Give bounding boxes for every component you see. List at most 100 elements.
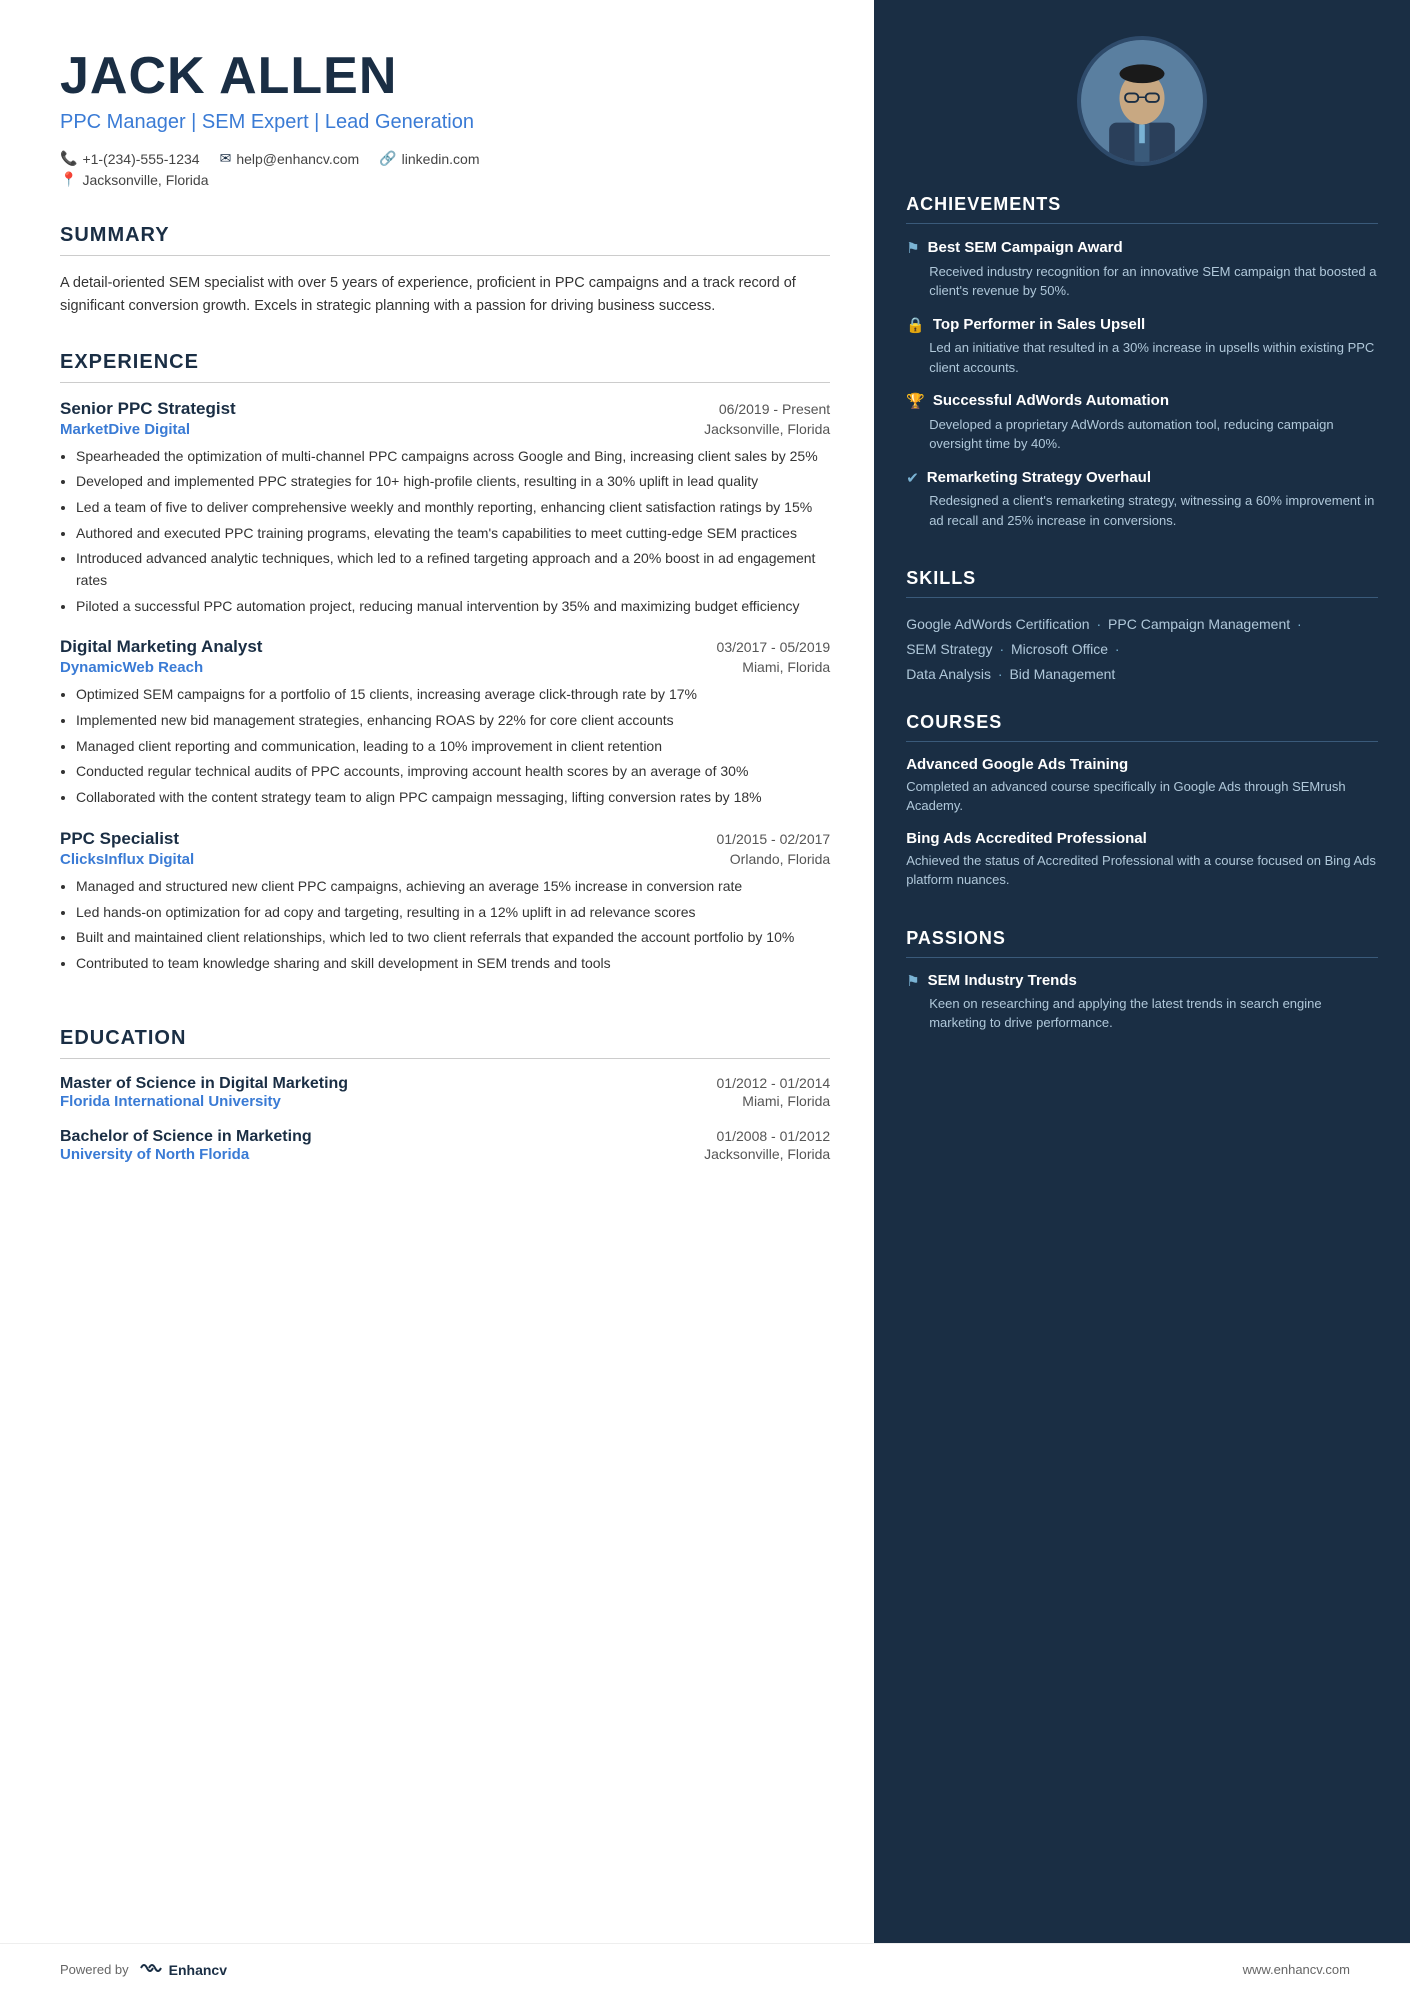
job-3-bullets: Managed and structured new client PPC ca… xyxy=(60,876,830,975)
course-2: Bing Ads Accredited Professional Achieve… xyxy=(906,830,1378,890)
bullet-item: Introduced advanced analytic techniques,… xyxy=(76,548,830,591)
contact-row: 📞 +1-(234)-555-1234 ✉ help@enhancv.com 🔗… xyxy=(60,150,830,167)
achievement-2-title: Top Performer in Sales Upsell xyxy=(933,315,1145,335)
bullet-item: Developed and implemented PPC strategies… xyxy=(76,471,830,493)
lock-icon: 🔒 xyxy=(906,316,925,334)
skills-title: SKILLS xyxy=(906,568,1378,598)
passion-1-header: ⚑ SEM Industry Trends xyxy=(906,972,1378,990)
phone-value: +1-(234)-555-1234 xyxy=(82,151,199,167)
edu-1-degree: Master of Science in Digital Marketing xyxy=(60,1075,348,1093)
passions-title: PASSIONS xyxy=(906,928,1378,958)
passion-1: ⚑ SEM Industry Trends Keen on researchin… xyxy=(906,972,1378,1033)
skill-item: Microsoft Office xyxy=(1011,641,1108,657)
passion-1-desc: Keen on researching and applying the lat… xyxy=(906,994,1378,1033)
bullet-item: Optimized SEM campaigns for a portfolio … xyxy=(76,684,830,706)
edu-1-location: Miami, Florida xyxy=(742,1093,830,1110)
edu-1: Master of Science in Digital Marketing 0… xyxy=(60,1075,830,1110)
job-3: PPC Specialist 01/2015 - 02/2017 ClicksI… xyxy=(60,829,830,975)
course-2-desc: Achieved the status of Accredited Profes… xyxy=(906,851,1378,890)
achievement-4-title: Remarketing Strategy Overhaul xyxy=(927,468,1151,488)
linkedin-value: linkedin.com xyxy=(402,151,480,167)
achievements-section: ACHIEVEMENTS ⚑ Best SEM Campaign Award R… xyxy=(874,194,1410,544)
experience-title: EXPERIENCE xyxy=(60,351,830,383)
achievement-1-header: ⚑ Best SEM Campaign Award xyxy=(906,238,1378,258)
footer-website: www.enhancv.com xyxy=(1243,1962,1350,1977)
skill-dot: · xyxy=(1293,616,1302,632)
job-1-company-row: MarketDive Digital Jacksonville, Florida xyxy=(60,421,830,438)
location-row: 📍 Jacksonville, Florida xyxy=(60,171,830,188)
job-1: Senior PPC Strategist 06/2019 - Present … xyxy=(60,399,830,618)
job-2-location: Miami, Florida xyxy=(742,659,830,676)
job-1-company: MarketDive Digital xyxy=(60,421,190,438)
achievement-2-desc: Led an initiative that resulted in a 30%… xyxy=(906,338,1378,377)
job-2-title: Digital Marketing Analyst xyxy=(60,637,262,657)
skill-dot: · xyxy=(1093,616,1102,632)
edu-2-school-row: University of North Florida Jacksonville… xyxy=(60,1146,830,1163)
bullet-item: Authored and executed PPC training progr… xyxy=(76,523,830,545)
skill-item: Bid Management xyxy=(1009,666,1115,682)
edu-1-date: 01/2012 - 01/2014 xyxy=(717,1075,831,1093)
job-1-location: Jacksonville, Florida xyxy=(704,421,830,438)
bullet-item: Conducted regular technical audits of PP… xyxy=(76,761,830,783)
edu-2-degree: Bachelor of Science in Marketing xyxy=(60,1128,312,1146)
job-3-company-row: ClicksInflux Digital Orlando, Florida xyxy=(60,851,830,868)
achievement-1: ⚑ Best SEM Campaign Award Received indus… xyxy=(906,238,1378,301)
courses-section: COURSES Advanced Google Ads Training Com… xyxy=(874,712,1410,904)
footer: Powered by Enhancv www.enhancv.com xyxy=(0,1943,1410,1995)
achievement-2-header: 🔒 Top Performer in Sales Upsell xyxy=(906,315,1378,335)
job-1-title: Senior PPC Strategist xyxy=(60,399,236,419)
edu-2-header: Bachelor of Science in Marketing 01/2008… xyxy=(60,1128,830,1146)
job-1-date: 06/2019 - Present xyxy=(719,401,830,417)
right-column: ACHIEVEMENTS ⚑ Best SEM Campaign Award R… xyxy=(874,0,1410,1943)
passions-section: PASSIONS ⚑ SEM Industry Trends Keen on r… xyxy=(874,928,1410,1047)
footer-brand: Powered by Enhancv xyxy=(60,1960,227,1979)
course-1: Advanced Google Ads Training Completed a… xyxy=(906,756,1378,816)
job-3-date: 01/2015 - 02/2017 xyxy=(717,831,831,847)
achievement-1-desc: Received industry recognition for an inn… xyxy=(906,262,1378,301)
edu-2-location: Jacksonville, Florida xyxy=(704,1146,830,1163)
achievement-3-header: 🏆 Successful AdWords Automation xyxy=(906,391,1378,411)
location-icon: 📍 xyxy=(60,171,77,188)
achievement-3-title: Successful AdWords Automation xyxy=(933,391,1169,411)
enhancv-logo: Enhancv xyxy=(137,1960,227,1979)
skills-list: Google AdWords Certification · PPC Campa… xyxy=(906,612,1378,688)
photo-area xyxy=(874,0,1410,194)
linkedin-contact: 🔗 linkedin.com xyxy=(379,150,479,167)
candidate-title: PPC Manager | SEM Expert | Lead Generati… xyxy=(60,111,830,134)
job-3-location: Orlando, Florida xyxy=(730,851,830,868)
job-2-header: Digital Marketing Analyst 03/2017 - 05/2… xyxy=(60,637,830,657)
edu-2: Bachelor of Science in Marketing 01/2008… xyxy=(60,1128,830,1163)
skill-item: Data Analysis xyxy=(906,666,991,682)
email-value: help@enhancv.com xyxy=(236,151,359,167)
education-title: EDUCATION xyxy=(60,1027,830,1059)
bullet-item: Collaborated with the content strategy t… xyxy=(76,787,830,809)
logo-icon xyxy=(137,1960,165,1979)
summary-title: SUMMARY xyxy=(60,224,830,256)
job-2-bullets: Optimized SEM campaigns for a portfolio … xyxy=(60,684,830,808)
passion-1-title: SEM Industry Trends xyxy=(928,972,1077,989)
linkedin-icon: 🔗 xyxy=(379,150,396,167)
bullet-item: Piloted a successful PPC automation proj… xyxy=(76,596,830,618)
bullet-item: Managed client reporting and communicati… xyxy=(76,736,830,758)
achievement-1-title: Best SEM Campaign Award xyxy=(928,238,1123,258)
skill-item: PPC Campaign Management xyxy=(1108,616,1290,632)
avatar xyxy=(1077,36,1207,166)
location-contact: 📍 Jacksonville, Florida xyxy=(60,171,209,188)
header-section: JACK ALLEN PPC Manager | SEM Expert | Le… xyxy=(60,48,830,192)
job-3-title: PPC Specialist xyxy=(60,829,179,849)
location-value: Jacksonville, Florida xyxy=(82,172,208,188)
course-1-title: Advanced Google Ads Training xyxy=(906,756,1378,773)
powered-by-text: Powered by xyxy=(60,1962,129,1977)
job-3-company: ClicksInflux Digital xyxy=(60,851,194,868)
job-3-header: PPC Specialist 01/2015 - 02/2017 xyxy=(60,829,830,849)
phone-icon: 📞 xyxy=(60,150,77,167)
edu-1-school-row: Florida International University Miami, … xyxy=(60,1093,830,1110)
skill-item: SEM Strategy xyxy=(906,641,992,657)
brand-name: Enhancv xyxy=(169,1962,227,1978)
achievement-3-desc: Developed a proprietary AdWords automati… xyxy=(906,415,1378,454)
summary-text: A detail-oriented SEM specialist with ov… xyxy=(60,272,830,318)
bullet-item: Led hands-on optimization for ad copy an… xyxy=(76,902,830,924)
job-2-date: 03/2017 - 05/2019 xyxy=(717,639,831,655)
bullet-item: Led a team of five to deliver comprehens… xyxy=(76,497,830,519)
bullet-item: Built and maintained client relationship… xyxy=(76,927,830,949)
